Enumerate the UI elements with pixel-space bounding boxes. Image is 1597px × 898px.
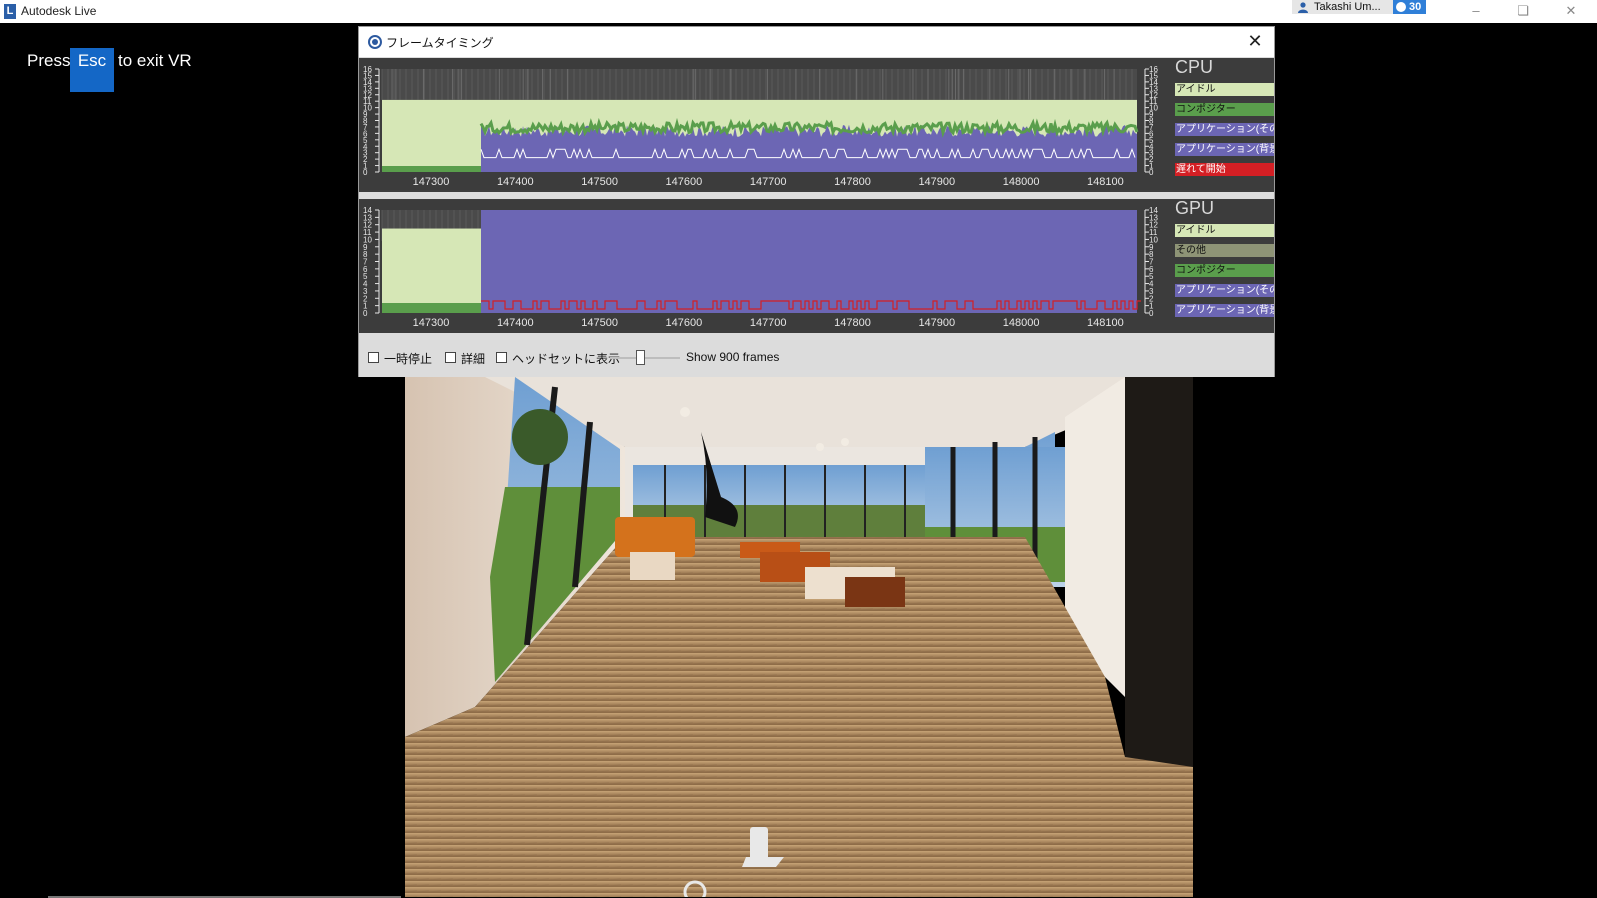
cpu-heading: CPU bbox=[1175, 57, 1214, 77]
legend-item: コンポジター bbox=[1175, 103, 1274, 116]
x-tick-label: 148100 bbox=[1087, 176, 1124, 188]
x-tick-label: 147800 bbox=[834, 317, 871, 329]
x-tick-label: 147400 bbox=[497, 317, 534, 329]
x-tick-label: 147800 bbox=[834, 176, 871, 188]
x-tick-label: 147700 bbox=[750, 176, 787, 188]
x-tick-label: 147500 bbox=[581, 317, 618, 329]
frame-timing-title: フレームタイミング bbox=[386, 36, 494, 50]
x-tick-label: 147300 bbox=[413, 176, 450, 188]
x-tick-label: 147900 bbox=[918, 176, 955, 188]
frame-timing-title-bar[interactable]: フレームタイミング ✕ bbox=[359, 27, 1274, 57]
x-tick-label: 147900 bbox=[918, 317, 955, 329]
compositor-area bbox=[382, 303, 481, 313]
legend-item: アプリケーション(背景) bbox=[1175, 143, 1274, 156]
gpu-heading: GPU bbox=[1175, 198, 1215, 218]
legend-item: その他 bbox=[1175, 244, 1274, 257]
frame-timing-window[interactable]: フレームタイミング ✕ 16 16 15 15 14 14 13 13 12 12 11 11 10 10… bbox=[358, 26, 1275, 377]
gpu-timing-graph: 14 14 13 13 12 12 11 11 10 10 9 9 8 8 7 7 6 6 5 5 4 4 3 3 2 2 1 1 0 0… bbox=[359, 198, 1274, 333]
headset-checkbox[interactable] bbox=[496, 352, 507, 363]
pause-checkbox[interactable] bbox=[368, 352, 379, 363]
legend-item: アプリケーション(その他) bbox=[1175, 284, 1274, 297]
steamvr-icon bbox=[368, 35, 382, 49]
frame-timing-controls: 一時停止 詳細 ヘッドセットに表示 Show 900 frames bbox=[359, 337, 1274, 377]
detail-checkbox[interactable] bbox=[445, 352, 456, 363]
x-tick-label: 147600 bbox=[666, 317, 703, 329]
user-icon bbox=[1298, 2, 1308, 13]
application-area bbox=[481, 210, 1137, 313]
clock-icon bbox=[1396, 2, 1406, 12]
app-logo-icon: L bbox=[4, 4, 16, 19]
vr-scene-view[interactable] bbox=[405, 377, 1193, 897]
legend-item: アイドル bbox=[1175, 224, 1274, 237]
x-tick-label: 147600 bbox=[666, 176, 703, 188]
frames-count-label: Show 900 frames bbox=[686, 350, 780, 364]
x-tick-label: 147500 bbox=[581, 176, 618, 188]
gpu-plot: 14 1413 1312 1211 1110 109 98 87 76 65 54 43 32 21 10 0… bbox=[363, 206, 1158, 329]
x-tick-label: 148000 bbox=[1003, 176, 1040, 188]
y-tick-label: 0 bbox=[363, 309, 368, 318]
vr-hint-press: Press bbox=[27, 51, 71, 70]
frames-slider-track[interactable] bbox=[610, 357, 680, 359]
x-tick-label: 148000 bbox=[1003, 317, 1040, 329]
headset-label: ヘッドセットに表示 bbox=[512, 352, 621, 366]
pause-label: 一時停止 bbox=[384, 352, 433, 366]
legend-item: アイドル bbox=[1175, 83, 1274, 96]
notification-count: 30 bbox=[1409, 1, 1422, 13]
y-tick-label: 0 bbox=[1149, 168, 1154, 177]
idle-area bbox=[382, 228, 481, 313]
minimize-button[interactable]: – bbox=[1461, 2, 1491, 20]
notification-badge[interactable]: 30 bbox=[1393, 0, 1426, 14]
app-title: Autodesk Live bbox=[21, 4, 97, 18]
x-tick-label: 147700 bbox=[750, 317, 787, 329]
x-tick-label: 148100 bbox=[1087, 317, 1124, 329]
legend-item: アプリケーション(その他) bbox=[1175, 123, 1274, 136]
user-name: Takashi Um... bbox=[1314, 1, 1381, 13]
app-title-bar: L Autodesk Live Takashi Um... 30 – ❏ ✕ bbox=[0, 0, 1597, 23]
esc-key-badge: Esc bbox=[70, 48, 114, 92]
vr-hint-suffix: to exit VR bbox=[118, 51, 192, 70]
interior-scene-image bbox=[405, 377, 1193, 897]
cpu-timing-graph: 16 16 15 15 14 14 13 13 12 12 11 11 10 10 9 9 8 8 7 7 6 6 5 5 4 4… bbox=[359, 57, 1274, 192]
close-app-button[interactable]: ✕ bbox=[1556, 2, 1586, 20]
x-tick-label: 147300 bbox=[413, 317, 450, 329]
frames-slider-thumb[interactable] bbox=[636, 350, 645, 365]
legend-item: アプリケーション(背景) bbox=[1175, 304, 1274, 317]
close-icon[interactable]: ✕ bbox=[1244, 30, 1266, 52]
cpu-plot: 16 1615 1514 1413 1312 1211 1110 109 98 87 76 65 54 4… bbox=[363, 65, 1158, 188]
x-tick-label: 147400 bbox=[497, 176, 534, 188]
y-tick-label: 0 bbox=[363, 168, 368, 177]
restore-button[interactable]: ❏ bbox=[1508, 2, 1538, 20]
detail-label: 詳細 bbox=[461, 352, 486, 366]
compositor-area bbox=[382, 166, 481, 172]
legend-item: 遅れて開始 bbox=[1175, 163, 1274, 176]
legend-item: コンポジター bbox=[1175, 264, 1274, 277]
y-tick-label: 0 bbox=[1149, 309, 1154, 318]
